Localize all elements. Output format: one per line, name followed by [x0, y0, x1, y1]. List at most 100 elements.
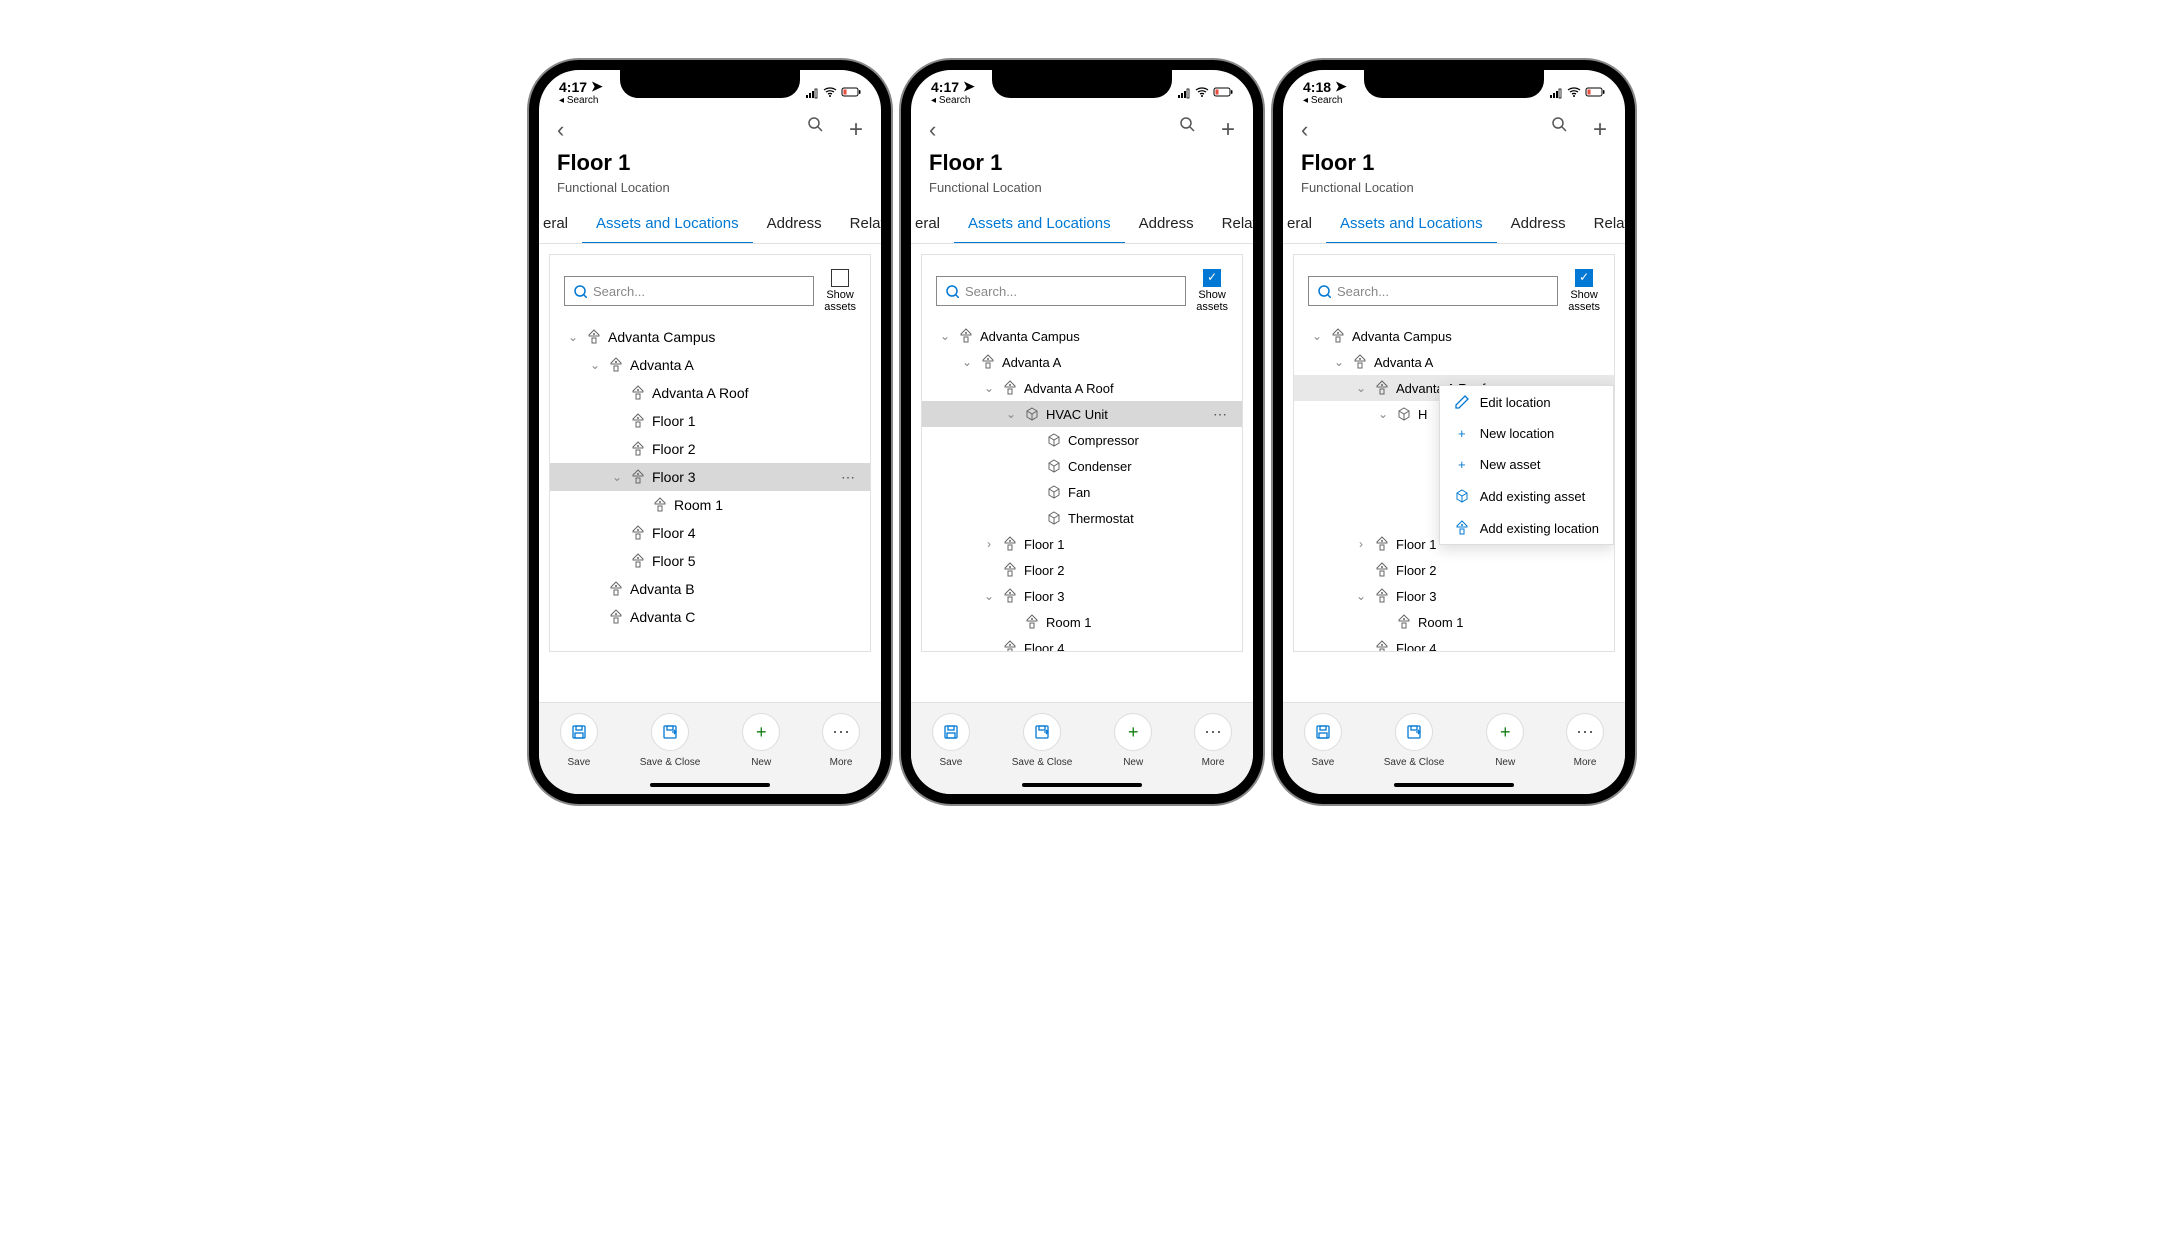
tree-item[interactable]: ⌄Advanta A	[1294, 349, 1614, 375]
home-indicator[interactable]	[1022, 783, 1142, 787]
tab-related[interactable]: Relate	[1580, 205, 1625, 243]
tree-item[interactable]: Floor 5	[550, 547, 870, 575]
tree-item[interactable]: ⌄Advanta Campus	[550, 323, 870, 351]
tree-item[interactable]: Room 1	[922, 609, 1242, 635]
tab-general[interactable]: eral	[911, 205, 954, 243]
chevron-down-icon[interactable]: ⌄	[588, 358, 602, 372]
new-button[interactable]: +New	[1486, 713, 1524, 768]
tree-item[interactable]: Compressor	[922, 427, 1242, 453]
search-input[interactable]: Search...	[936, 276, 1186, 306]
tree-item[interactable]: Advanta A Roof	[550, 379, 870, 407]
chevron-down-icon[interactable]: ⌄	[938, 329, 952, 343]
menu-edit-location[interactable]: Edit location	[1440, 386, 1613, 418]
search-input[interactable]: Search...	[564, 276, 814, 306]
back-to-search[interactable]: ◂ Search	[559, 95, 599, 106]
tree-item[interactable]: Fan	[922, 479, 1242, 505]
tab-related[interactable]: Relate	[1208, 205, 1253, 243]
home-indicator[interactable]	[1394, 783, 1514, 787]
menu-new-location[interactable]: +New location	[1440, 418, 1613, 449]
tab-general[interactable]: eral	[1283, 205, 1326, 243]
back-button[interactable]: ‹	[1301, 117, 1308, 143]
location-icon	[630, 469, 646, 485]
tab-related[interactable]: Relate	[836, 205, 881, 243]
tree-item[interactable]: ⌄Advanta A Roof	[922, 375, 1242, 401]
chevron-down-icon[interactable]: ⌄	[1332, 355, 1346, 369]
tree-item-selected[interactable]: ⌄Floor 3⋯	[550, 463, 870, 491]
menu-add-existing-location[interactable]: Add existing location	[1440, 512, 1613, 544]
add-button[interactable]: +	[1221, 116, 1235, 144]
more-button[interactable]: ⋯More	[822, 713, 860, 768]
back-to-search[interactable]: ◂ Search	[931, 95, 971, 106]
more-button[interactable]: ⋯More	[1194, 713, 1232, 768]
chevron-down-icon[interactable]: ⌄	[566, 330, 580, 344]
chevron-down-icon[interactable]: ⌄	[982, 381, 996, 395]
show-assets-checkbox[interactable]: ✓	[1575, 269, 1593, 287]
tree-item[interactable]: Floor 4	[1294, 635, 1614, 652]
search-input[interactable]: Search...	[1308, 276, 1558, 306]
save-close-button[interactable]: Save & Close	[1012, 713, 1073, 768]
more-button[interactable]: ⋯More	[1566, 713, 1604, 768]
chevron-down-icon[interactable]: ⌄	[1376, 407, 1390, 421]
show-assets-checkbox[interactable]	[831, 269, 849, 287]
back-button[interactable]: ‹	[557, 117, 564, 143]
tree-item[interactable]: ⌄Advanta A	[922, 349, 1242, 375]
tree-item[interactable]: ⌄Advanta Campus	[922, 323, 1242, 349]
tree-item[interactable]: Condenser	[922, 453, 1242, 479]
tree-item[interactable]: Room 1	[550, 491, 870, 519]
save-button[interactable]: Save	[1304, 713, 1342, 768]
search-icon[interactable]	[807, 116, 825, 134]
chevron-right-icon[interactable]: ›	[982, 537, 996, 551]
save-button[interactable]: Save	[560, 713, 598, 768]
tree-item[interactable]: Floor 4	[550, 519, 870, 547]
back-to-search[interactable]: ◂ Search	[1303, 95, 1343, 106]
tree-item[interactable]: Floor 2	[1294, 557, 1614, 583]
menu-add-existing-asset[interactable]: Add existing asset	[1440, 480, 1613, 512]
menu-new-asset[interactable]: +New asset	[1440, 449, 1613, 480]
chevron-right-icon[interactable]: ›	[1354, 537, 1368, 551]
save-button[interactable]: Save	[932, 713, 970, 768]
tab-address[interactable]: Address	[753, 205, 836, 243]
tree-item[interactable]: ⌄Floor 3	[1294, 583, 1614, 609]
more-icon[interactable]: ⋯	[1213, 406, 1232, 423]
save-close-button[interactable]: Save & Close	[1384, 713, 1445, 768]
tree-item[interactable]: ›Floor 1	[922, 531, 1242, 557]
show-assets-checkbox[interactable]: ✓	[1203, 269, 1221, 287]
tab-assets-locations[interactable]: Assets and Locations	[1326, 205, 1497, 244]
chevron-down-icon[interactable]: ⌄	[960, 355, 974, 369]
tree-item-selected[interactable]: ⌄HVAC Unit⋯	[922, 401, 1242, 427]
tab-assets-locations[interactable]: Assets and Locations	[954, 205, 1125, 244]
tree-item[interactable]: Floor 2	[550, 435, 870, 463]
chevron-down-icon[interactable]: ⌄	[1310, 329, 1324, 343]
new-button[interactable]: +New	[742, 713, 780, 768]
tree-item[interactable]: Floor 2	[922, 557, 1242, 583]
add-button[interactable]: +	[1593, 116, 1607, 144]
home-indicator[interactable]	[650, 783, 770, 787]
search-icon[interactable]	[1179, 116, 1197, 134]
tree-item[interactable]: Floor 4	[922, 635, 1242, 652]
tree-item[interactable]: ⌄Floor 3	[922, 583, 1242, 609]
new-button[interactable]: +New	[1114, 713, 1152, 768]
search-icon[interactable]	[1551, 116, 1569, 134]
tab-address[interactable]: Address	[1125, 205, 1208, 243]
more-icon[interactable]: ⋯	[841, 469, 860, 486]
add-button[interactable]: +	[849, 116, 863, 144]
chevron-down-icon[interactable]: ⌄	[1354, 589, 1368, 603]
tab-assets-locations[interactable]: Assets and Locations	[582, 205, 753, 244]
tree-item[interactable]: ⌄Advanta A	[550, 351, 870, 379]
chevron-down-icon[interactable]: ⌄	[610, 470, 624, 484]
chevron-down-icon[interactable]: ⌄	[1354, 381, 1368, 395]
chevron-down-icon[interactable]: ⌄	[982, 589, 996, 603]
tree-item[interactable]: Advanta C	[550, 603, 870, 631]
tree-item[interactable]: Floor 1	[550, 407, 870, 435]
back-button[interactable]: ‹	[929, 117, 936, 143]
tree-item[interactable]: Thermostat	[922, 505, 1242, 531]
location-icon	[630, 441, 646, 457]
tab-general[interactable]: eral	[539, 205, 582, 243]
tree-item[interactable]: Advanta B	[550, 575, 870, 603]
tree-item[interactable]: Room 1	[1294, 609, 1614, 635]
chevron-down-icon[interactable]: ⌄	[1004, 407, 1018, 421]
tab-address[interactable]: Address	[1497, 205, 1580, 243]
tree-item[interactable]: ⌄Advanta Campus	[1294, 323, 1614, 349]
save-close-button[interactable]: Save & Close	[640, 713, 701, 768]
asset-icon	[1046, 458, 1062, 474]
